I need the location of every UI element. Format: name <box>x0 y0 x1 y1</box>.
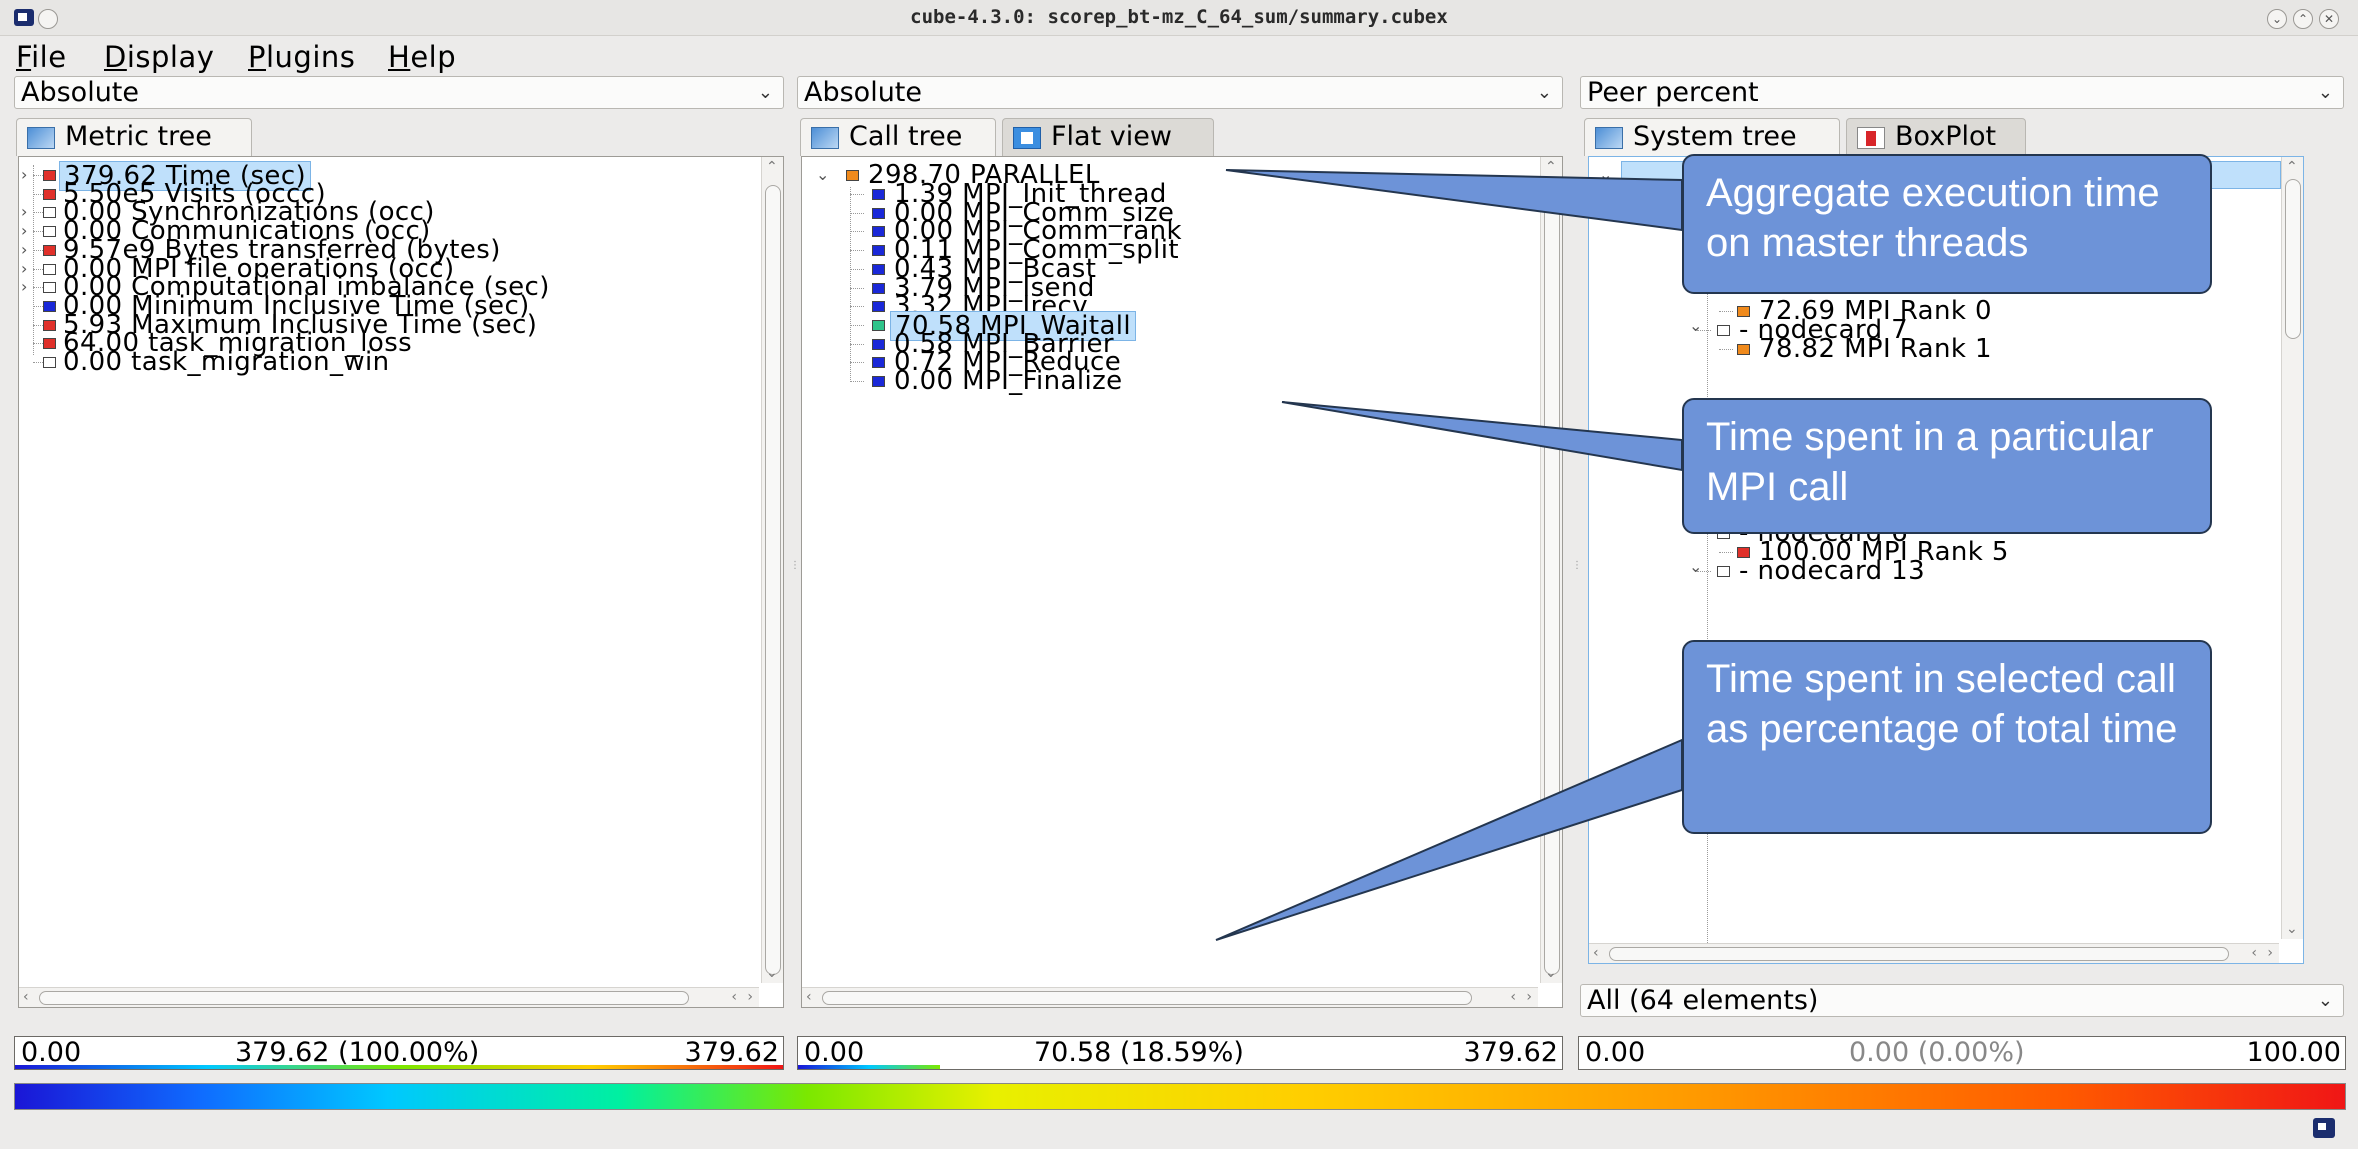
callout-pointer-mpi-call <box>1281 401 1683 472</box>
callout-aggregate-execution-time: Aggregate execution time on master threa… <box>1682 154 2212 294</box>
callout-pointer-aggregate <box>1225 169 1683 232</box>
callout-pointer-percentage <box>1215 738 1683 941</box>
callout-time-percentage: Time spent in selected call as percentag… <box>1682 640 2212 834</box>
callout-time-mpi-call: Time spent in a particular MPI call <box>1682 398 2212 534</box>
